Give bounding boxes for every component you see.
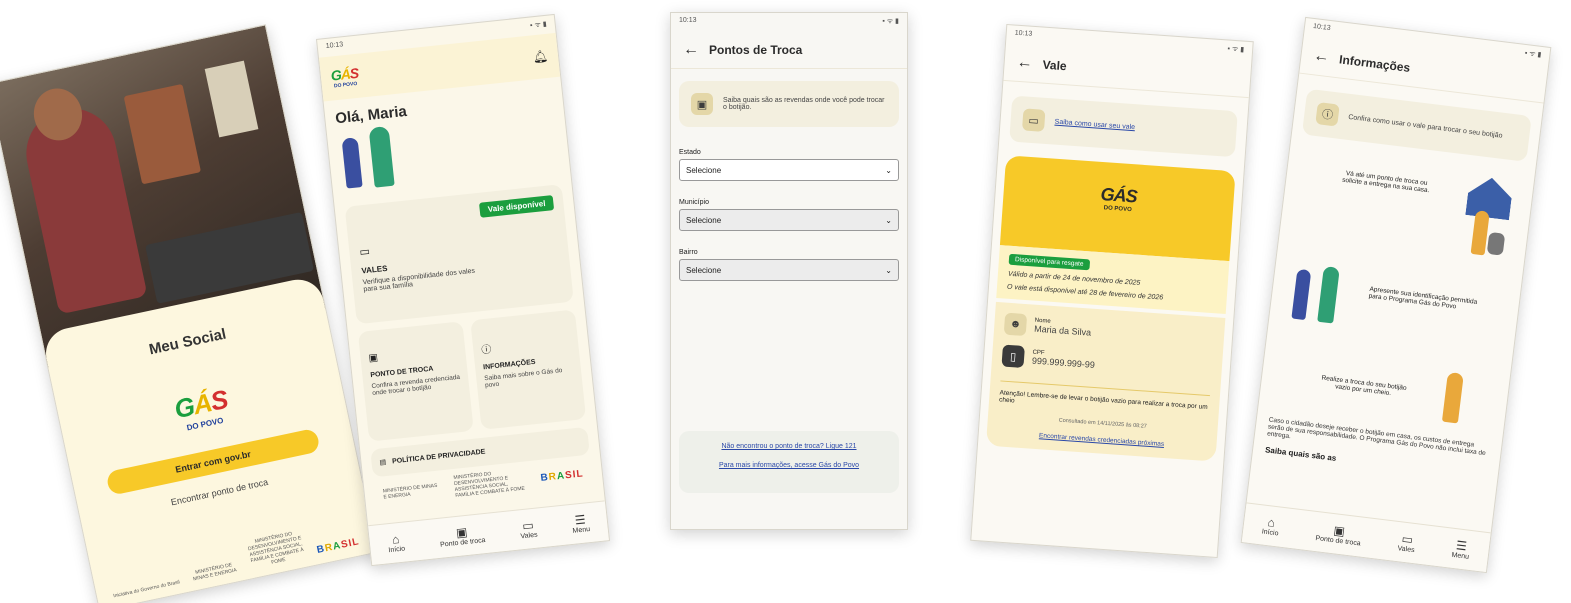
screen-vale: 10:13 ▪ ᯤ ▮ ← Vale ▭ Saiba como usar seu … [970, 23, 1254, 559]
nav-menu[interactable]: ☰ Menu [1451, 538, 1471, 561]
attention-note: Atenção! Lembre-se de levar o botijão va… [998, 380, 1210, 419]
chevron-down-icon: ⌄ [885, 165, 892, 175]
woman-figure [17, 100, 148, 315]
ministry-mds: MINISTÉRIO DO DESENVOLVIMENTO E ASSISTÊN… [453, 471, 526, 499]
bottom-nav: ⌂ Início ▣ Ponto de troca ▭ Vales ☰ Menu [368, 500, 609, 565]
info-text: Saiba quais são as revendas onde você po… [723, 97, 885, 111]
brasil-logo: BRASIL [315, 536, 361, 556]
vales-card[interactable]: Vale disponível ▭ VALES Verifique a disp… [344, 184, 574, 325]
step-3-text: Realize a troca do seu botijão vazio por… [1321, 374, 1407, 398]
municipio-select[interactable]: Selecione ⌄ [679, 209, 899, 231]
info-banner: ▣ Saiba quais são as revendas onde você … [679, 81, 899, 127]
nav-menu[interactable]: ☰ Menu [571, 512, 590, 534]
nav-vales[interactable]: ▭ Vales [519, 518, 538, 540]
info-icon: ⓘ [480, 344, 492, 357]
help-phone-link[interactable]: Não encontrou o ponto de troca? Ligue 12… [685, 443, 893, 450]
nearby-resellers-link[interactable]: Encontrar revendas credenciadas próximas [997, 429, 1207, 451]
municipio-field: Município Selecione ⌄ [679, 199, 899, 231]
store-icon: ▣ [691, 93, 713, 115]
more-info-link[interactable]: Para mais informações, acesse Gás do Pov… [685, 462, 893, 469]
login-panel: Meu Social GÁS DO POVO Entrar com gov.br… [41, 274, 378, 603]
footer-initiative: Iniciativa do Governo do Brasil [112, 579, 181, 600]
back-arrow-icon[interactable]: ← [1312, 47, 1331, 67]
ministry-mme: MINISTÉRIO DE MINAS E ENERGIA [382, 482, 438, 501]
house-icon [1465, 175, 1514, 220]
estado-field: Estado Selecione ⌄ [679, 149, 899, 181]
two-people [1291, 263, 1358, 330]
screen-informacoes: 10:13 ▪ ᯤ ▮ ← Informações ⓘ Confira como … [1240, 16, 1552, 574]
nav-inicio[interactable]: ⌂ Início [1261, 515, 1280, 537]
step-1: Vá até um ponto de troca ou solicite a e… [1290, 148, 1523, 274]
wall-calendar [204, 60, 259, 138]
chevron-down-icon: ⌄ [885, 215, 892, 225]
page-title: Pontos de Troca [709, 42, 803, 57]
bairro-select[interactable]: Selecione ⌄ [679, 259, 899, 281]
how-to-use-link[interactable]: Saiba como usar seu vale [1054, 118, 1135, 131]
nav-ponto-de-troca[interactable]: ▣ Ponto de troca [1315, 521, 1363, 547]
info-text: Confira como usar o vale para trocar o s… [1347, 113, 1503, 140]
back-arrow-icon[interactable]: ← [683, 41, 699, 59]
brasil-logo: BRASIL [539, 467, 585, 484]
footer: Iniciativa do Governo do Brasil MINISTÉR… [92, 515, 375, 603]
ticket-icon: ▭ [1021, 108, 1046, 132]
chevron-down-icon: ⌄ [885, 265, 892, 275]
page-title: Vale [1042, 57, 1068, 73]
bairro-field: Bairro Selecione ⌄ [679, 249, 899, 281]
document-icon: ▤ [379, 458, 387, 467]
person-icon: ☻ [1003, 312, 1028, 337]
name-row: ☻ Nome Maria da Silva [1003, 312, 1215, 350]
informacoes-card[interactable]: ⓘ INFORMAÇÕES Saiba mais sobre o Gás do … [470, 309, 587, 430]
cpf-row: ▯ CPF 999.999.999-99 [1001, 344, 1212, 382]
vale-header: GÁS DO POVO [999, 155, 1236, 262]
ministry-mme: MINISTÉRIO DE MINAS E ENERGIA [192, 562, 238, 583]
info-banner: ⓘ Confira como usar o vale para trocar o… [1301, 88, 1532, 162]
nav-inicio[interactable]: ⌂ Início [387, 532, 405, 554]
app-bar: ← Pontos de Troca [671, 31, 907, 69]
help-box: Não encontrou o ponto de troca? Ligue 12… [679, 431, 899, 493]
estado-select[interactable]: Selecione ⌄ [679, 159, 899, 181]
step-1-text: Vá até um ponto de troca ou solicite a e… [1341, 170, 1430, 195]
screen-meu-social: Meu Social GÁS DO POVO Entrar com gov.br… [0, 24, 379, 603]
bottom-nav: ⌂ Início ▣ Ponto de troca ▭ Vales ☰ Menu [1241, 502, 1491, 573]
page-title: Informações [1338, 51, 1412, 75]
how-to-banner: ▭ Saiba como usar seu vale [1009, 95, 1238, 158]
status-bar: 10:13 ▪ ᯤ ▮ [679, 17, 899, 25]
person-with-cylinder [1441, 371, 1464, 424]
store-icon: ▣ [368, 352, 379, 365]
gas-cylinder-icon [1486, 231, 1506, 256]
vale-available-badge: Vale disponível [479, 195, 555, 218]
id-card-icon: ▯ [1001, 344, 1025, 369]
info-icon: ⓘ [1315, 102, 1340, 127]
status-badge: Disponível para resgate [1008, 253, 1090, 271]
estado-label: Estado [679, 149, 701, 156]
wall-cabinet [123, 83, 202, 185]
step-2-text: Apresente sua identificação permitida pa… [1368, 285, 1478, 311]
bell-icon[interactable]: 🔔︎ [532, 49, 549, 65]
gas-do-povo-logo: GÁS DO POVO [330, 64, 359, 90]
bairro-label: Bairro [679, 249, 698, 256]
screen-pontos-de-troca: 10:13 ▪ ᯤ ▮ ← Pontos de Troca ▣ Saiba qua… [670, 12, 908, 530]
back-arrow-icon[interactable]: ← [1016, 53, 1033, 72]
vale-details: ☻ Nome Maria da Silva ▯ CPF 999.999.999-99… [985, 301, 1226, 462]
ministry-mds: MINISTÉRIO DO DESENVOLVIMENTO E ASSISTÊN… [247, 530, 305, 566]
nav-ponto-de-troca[interactable]: ▣ Ponto de troca [438, 523, 486, 549]
ponto-de-troca-card[interactable]: ▣ PONTO DE TROCA Confira a revenda crede… [357, 321, 474, 442]
nav-vales[interactable]: ▭ Vales [1397, 531, 1416, 555]
municipio-label: Município [679, 199, 709, 206]
